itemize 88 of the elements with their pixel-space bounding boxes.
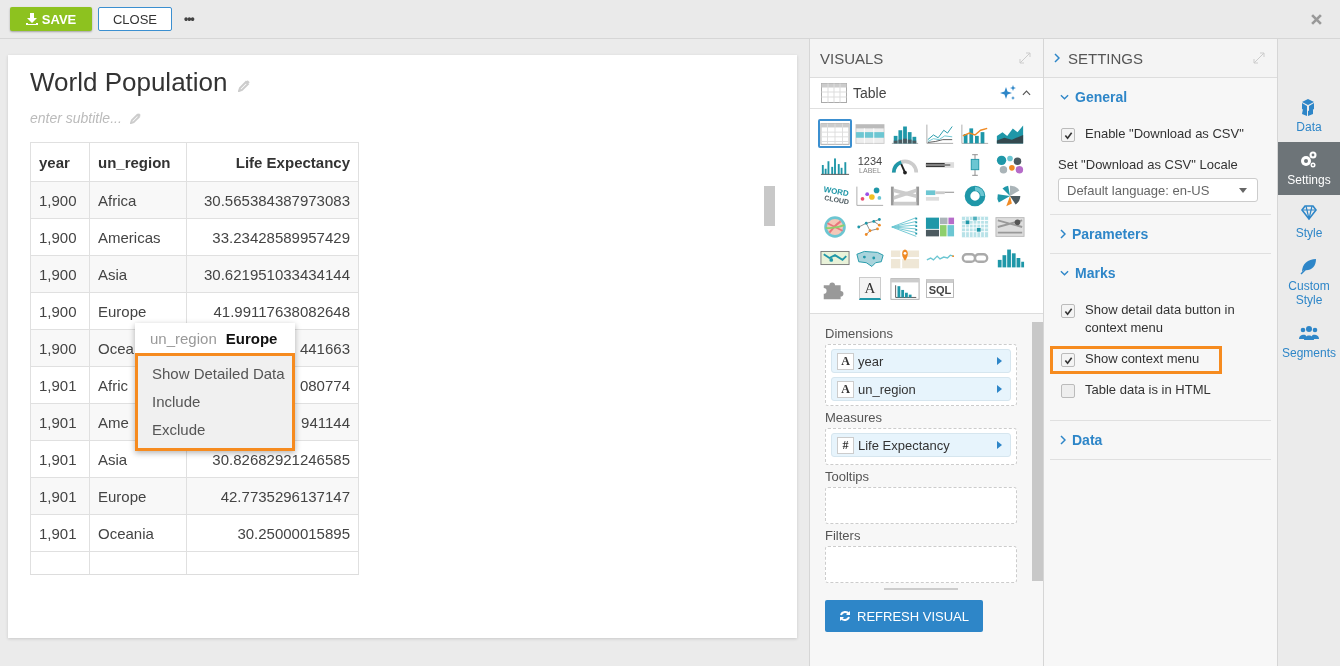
- section-header[interactable]: Marks: [1050, 254, 1271, 292]
- table-cell: 30.25000015895: [186, 514, 359, 552]
- refresh-button[interactable]: REFRESH VISUAL: [825, 600, 983, 632]
- table-cell: Africa: [89, 181, 187, 219]
- visual-title[interactable]: World Population: [30, 67, 228, 98]
- select-label: Set "Download as CSV" Locale: [1058, 157, 1239, 172]
- shelf-label: Filters: [825, 528, 862, 543]
- table-cell: Europe: [89, 477, 187, 515]
- table-cell: 1,900: [30, 255, 90, 293]
- close-icon[interactable]: [1311, 13, 1322, 25]
- sparkle-icon[interactable]: [1000, 85, 1016, 101]
- table-cell: 1,901: [30, 440, 90, 478]
- section-header[interactable]: Parameters: [1050, 215, 1271, 253]
- collapse-icon[interactable]: [1022, 90, 1031, 96]
- corrflow-chart-icon: [995, 214, 1025, 239]
- table-cell: 1,900: [30, 292, 90, 330]
- checkbox[interactable]: [1061, 128, 1075, 142]
- drop-zone[interactable]: # Life Expectancy: [825, 428, 1017, 465]
- table-cell: 42.7735296137147: [186, 477, 359, 515]
- shelf-label: Tooltips: [825, 469, 871, 484]
- checkbox[interactable]: [1061, 384, 1075, 398]
- drop-zone[interactable]: A year A un_region: [825, 344, 1017, 406]
- table-cell: 1,901: [30, 366, 90, 404]
- checkbox-label: Show detail data button in context menu: [1085, 301, 1236, 337]
- scrollbar[interactable]: [1032, 322, 1043, 581]
- download-icon: [25, 13, 38, 25]
- gears-icon: [1299, 150, 1319, 170]
- shelf-label: Measures: [825, 410, 884, 425]
- panel-title: VISUALS: [820, 49, 884, 67]
- close-button[interactable]: CLOSE: [98, 7, 172, 31]
- field-pill[interactable]: A year: [831, 349, 1011, 373]
- sparkline-chart-icon: [925, 253, 955, 262]
- section-header[interactable]: General: [1050, 78, 1271, 116]
- checkbox-label: Table data is in HTML: [1085, 381, 1211, 399]
- table-cell: Asia: [89, 255, 187, 293]
- diamond-icon: [1299, 203, 1319, 223]
- visual-type-name: Table: [853, 85, 887, 101]
- chevron-right-icon: [1060, 229, 1066, 239]
- people-icon: [1299, 323, 1319, 343]
- table-cell: 30.565384387973083: [186, 181, 359, 219]
- column-header[interactable]: un_region: [89, 142, 187, 182]
- heatmap-chart-icon: [960, 214, 990, 239]
- table-cell: 1,900: [30, 218, 90, 256]
- checkbox[interactable]: [1061, 353, 1075, 367]
- table-cell: 30.621951033434144: [186, 255, 359, 293]
- field-pill[interactable]: # Life Expectancy: [831, 433, 1011, 457]
- chevron-down-icon: [1060, 94, 1069, 100]
- side-tab[interactable]: Custom Style: [1278, 248, 1340, 315]
- refresh-icon: [839, 610, 851, 622]
- side-tab[interactable]: Segments: [1278, 315, 1340, 368]
- caret-icon[interactable]: [997, 385, 1002, 393]
- leaf-icon: [1299, 256, 1319, 276]
- table-cell: Americas: [89, 218, 187, 256]
- shelf-label: Dimensions: [825, 326, 894, 341]
- field-pill[interactable]: A un_region: [831, 377, 1011, 401]
- field-value: Europe: [225, 329, 278, 347]
- table-cell: 1,900: [30, 329, 90, 367]
- table-icon: [821, 83, 847, 103]
- scrollbar[interactable]: [764, 186, 775, 226]
- checkbox-label: Enable "Download as CSV": [1085, 125, 1244, 143]
- column-header[interactable]: year: [30, 142, 90, 182]
- table-cell: 1,901: [30, 477, 90, 515]
- caret-icon[interactable]: [997, 441, 1002, 449]
- panel-title: SETTINGS: [1068, 49, 1143, 67]
- chevron-down-icon: [1060, 270, 1069, 276]
- checkbox-label: Show context menu: [1085, 350, 1200, 368]
- more-button[interactable]: •••: [178, 12, 200, 26]
- table-chart-icon: [820, 121, 850, 146]
- locale-dropdown[interactable]: Default language: en-US: [1058, 178, 1258, 202]
- table-cell: 1,900: [30, 181, 90, 219]
- bullet-chart-icon: [925, 160, 955, 169]
- side-tab[interactable]: Settings: [1278, 142, 1340, 195]
- column-header[interactable]: Life Expectancy: [186, 142, 359, 182]
- table-cell: 1,901: [30, 403, 90, 441]
- chevron-icon[interactable]: [1054, 53, 1060, 63]
- table-cell: 1,901: [30, 514, 90, 552]
- side-tab[interactable]: Data: [1278, 89, 1340, 142]
- dropdown-caret-icon: [1239, 187, 1247, 193]
- side-tab[interactable]: Style: [1278, 195, 1340, 248]
- table-cell: Oceania: [89, 514, 187, 552]
- checkbox[interactable]: [1061, 304, 1075, 318]
- crosstab-chart-icon: [855, 121, 885, 146]
- dendrogram-chart-icon: [890, 214, 920, 239]
- section-header[interactable]: Data: [1050, 421, 1271, 459]
- caret-icon[interactable]: [997, 357, 1002, 365]
- table-cell: 33.23428589957429: [186, 218, 359, 256]
- chevron-right-icon: [1060, 435, 1066, 445]
- tablehist-chart-icon: [890, 276, 920, 301]
